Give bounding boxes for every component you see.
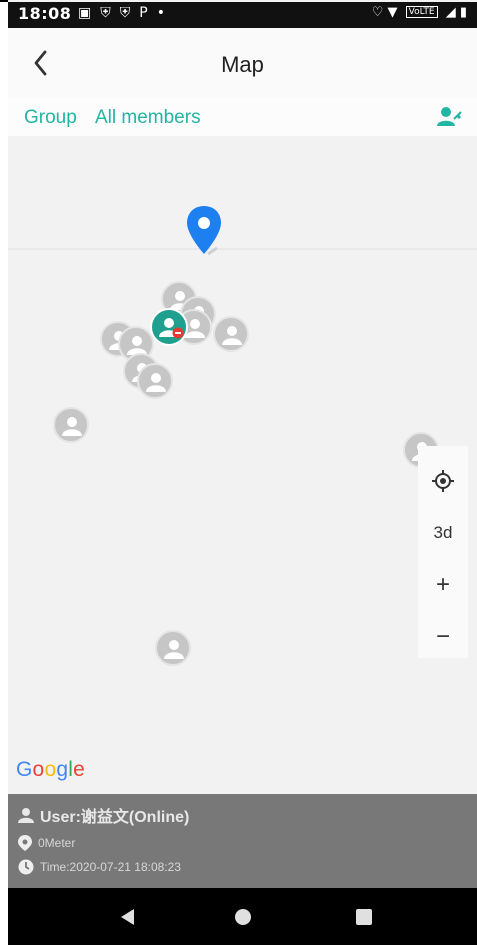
shield-icon: ⛨ [100, 5, 120, 21]
app-bar: Map [8, 28, 477, 98]
dot-icon: • [156, 5, 174, 21]
info-distance-row: 0Meter [18, 832, 75, 854]
group-filter-bar: Group All members [8, 98, 477, 136]
info-time-text: Time:2020-07-21 18:08:23 [40, 860, 181, 874]
status-notification-icons: ▣⛨⛨P• [78, 5, 174, 21]
nav-home-button[interactable] [213, 888, 273, 945]
my-location-icon [432, 470, 454, 492]
zoom-in-button[interactable]: + [418, 560, 468, 610]
clock-icon [18, 859, 34, 875]
map-controls: 3d + − [418, 446, 468, 658]
nav-recents-button[interactable] [334, 888, 394, 945]
user-icon [18, 808, 34, 823]
square-recents-icon [356, 908, 372, 925]
parking-icon: P [139, 5, 157, 21]
toggle-3d-button[interactable]: 3d [418, 508, 468, 558]
member-info-panel: User:谢益文(Online) 0Meter Time:2020-07-21 … [8, 794, 477, 888]
person-icon [222, 326, 242, 345]
person-icon [159, 318, 184, 339]
location-pin[interactable] [185, 204, 223, 258]
signal-icon: ◢ [445, 5, 456, 20]
notification-icon: ▣ [78, 5, 101, 21]
status-bar: 18:08 ▣⛨⛨P• ♡ ▼ VoLTE ◢ ▮ [8, 2, 477, 28]
my-location-button[interactable] [418, 456, 468, 506]
google-logo: Google [16, 758, 85, 781]
app-frame: 18:08 ▣⛨⛨P• ♡ ▼ VoLTE ◢ ▮ Map Group All … [8, 0, 477, 945]
member-select-icon [437, 107, 462, 126]
info-user-text: User:谢益文(Online) [40, 809, 190, 826]
info-distance-text: 0Meter [38, 836, 76, 850]
map-pin-icon [187, 206, 221, 256]
zoom-out-button[interactable]: − [418, 612, 468, 662]
battery-icon: ▮ [459, 5, 467, 20]
nav-back-button[interactable] [98, 888, 158, 945]
map-view[interactable]: 3d + − Google [8, 136, 477, 794]
person-icon [146, 373, 166, 392]
member-marker[interactable] [53, 407, 89, 443]
map-road [8, 248, 477, 250]
page-title: Map [221, 52, 264, 77]
location-marker-icon [18, 835, 32, 851]
group-label: Group [24, 107, 77, 128]
selected-member-marker[interactable] [150, 308, 188, 346]
person-icon [164, 640, 184, 659]
circle-home-icon [235, 908, 251, 925]
member-marker[interactable] [155, 630, 191, 666]
group-selector[interactable]: All members [95, 107, 201, 129]
member-select-button[interactable] [437, 105, 463, 129]
wifi-icon: ▼ [387, 5, 398, 20]
member-marker[interactable] [213, 316, 249, 352]
volte-badge: VoLTE [405, 6, 438, 18]
triangle-back-icon [121, 908, 134, 925]
status-time: 18:08 [18, 4, 72, 23]
info-time-row: Time:2020-07-21 18:08:23 [18, 856, 181, 878]
person-icon [62, 417, 82, 436]
info-user-row: User:谢益文(Online) [18, 804, 189, 826]
shield-icon: ⛨ [119, 5, 140, 21]
member-marker[interactable] [137, 363, 173, 399]
location-icon: ♡ [371, 5, 384, 20]
system-nav-bar [8, 888, 477, 945]
status-system-icons: ♡ ▼ VoLTE ◢ ▮ [372, 5, 467, 20]
